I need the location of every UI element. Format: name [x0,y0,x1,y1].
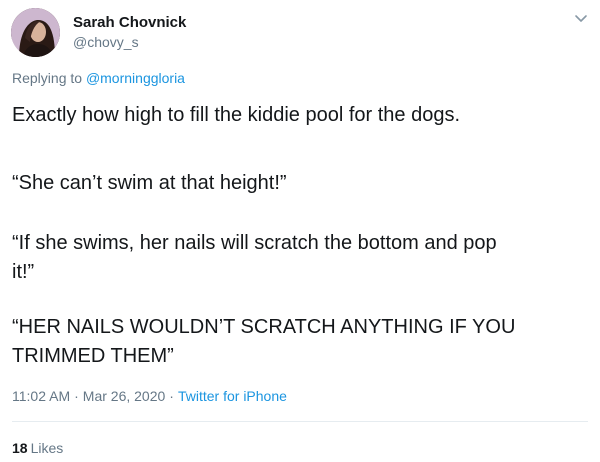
avatar[interactable] [11,8,60,57]
avatar-photo [11,8,60,57]
tweet-text-line: TRIMMED THEM” [12,345,174,367]
reply-to-link[interactable]: @morninggloria [86,70,185,86]
divider [12,421,588,422]
tweet-time[interactable]: 11:02 AM [12,388,70,404]
tweet-text-line: it!” [12,261,35,283]
tweet-source-link[interactable]: Twitter for iPhone [178,388,287,404]
tweet-card: Sarah Chovnick @chovy_s Replying to @mor… [0,0,600,462]
tweet-date[interactable]: Mar 26, 2020 [83,388,166,404]
replying-to: Replying to @morninggloria [12,70,185,86]
likes-count[interactable]: 18 Likes [12,440,63,456]
meta-separator: · [74,388,79,404]
tweet-text-line: “She can’t swim at that height!” [12,172,287,194]
likes-label: Likes [30,440,64,456]
likes-number: 18 [12,440,28,456]
replying-prefix: Replying to [12,70,83,86]
meta-separator: · [169,388,174,404]
author-name[interactable]: Sarah Chovnick [73,14,186,31]
tweet-text-line: Exactly how high to fill the kiddie pool… [12,104,461,126]
tweet-text-line: “HER NAILS WOULDN’T SCRATCH ANYTHING IF … [12,316,516,338]
tweet-meta: 11:02 AM · Mar 26, 2020 · Twitter for iPhone [12,388,287,404]
chevron-down-icon[interactable] [574,13,588,25]
author-handle[interactable]: @chovy_s [73,34,139,50]
tweet-text-line: “If she swims, her nails will scratch th… [12,232,497,254]
